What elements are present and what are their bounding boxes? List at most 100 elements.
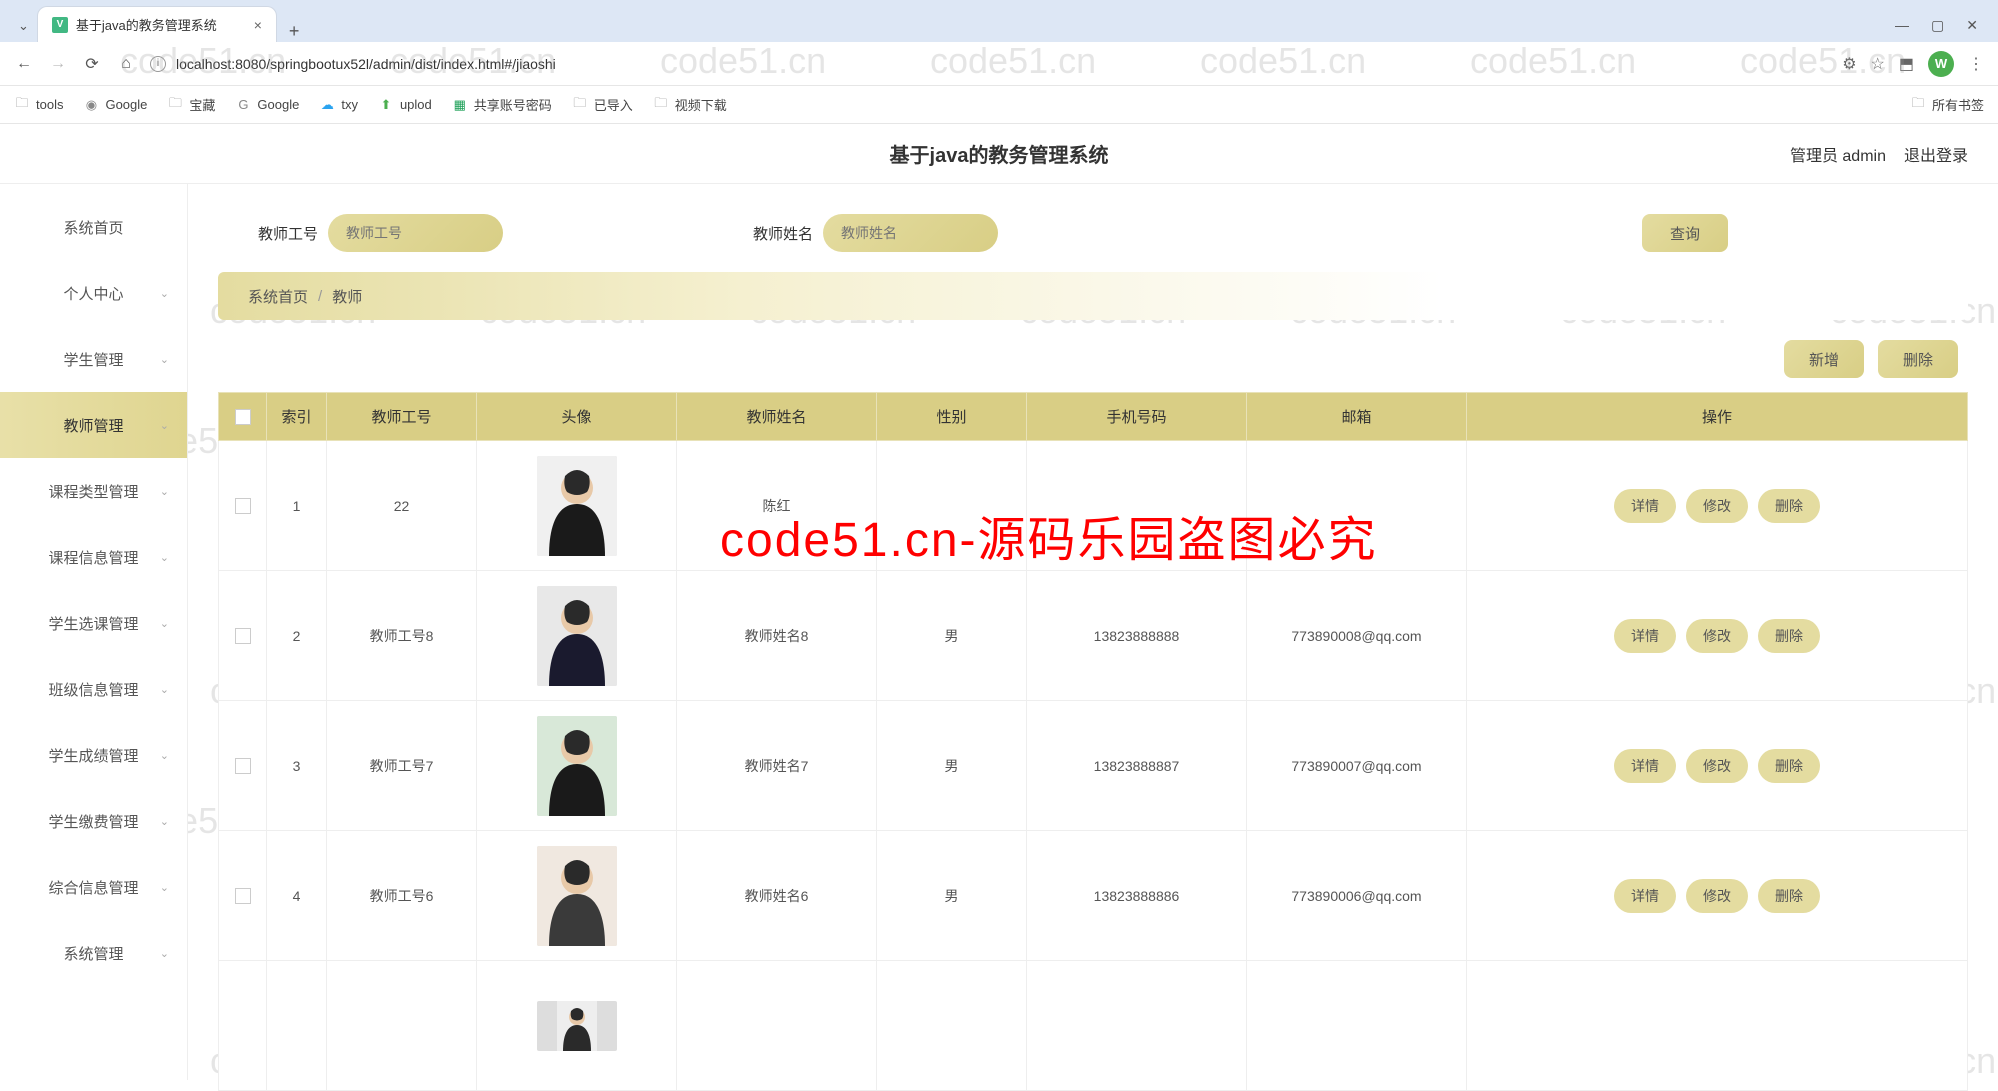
breadcrumb-home[interactable]: 系统首页 <box>248 286 308 307</box>
cell-avatar <box>477 831 677 961</box>
row-checkbox[interactable] <box>219 441 267 571</box>
cell-phone <box>1027 441 1247 571</box>
table-row: 1 22 陈红 详情 修改 删除 <box>219 441 1968 571</box>
sidebar-item[interactable]: 系统首页 <box>0 194 187 260</box>
chevron-down-icon: ⌄ <box>160 485 169 498</box>
cell-ops: 详情 修改 删除 <box>1467 701 1968 831</box>
folder-icon: 🗀 <box>572 97 588 113</box>
bookmark-star-icon[interactable]: ☆ <box>1871 54 1885 74</box>
chevron-down-icon: ⌄ <box>160 749 169 762</box>
maximize-icon[interactable]: ▢ <box>1931 17 1944 34</box>
forward-icon[interactable]: → <box>48 55 68 73</box>
delete-button[interactable]: 删除 <box>1878 340 1958 378</box>
minimize-icon[interactable]: — <box>1895 17 1909 34</box>
close-tab-icon[interactable]: × <box>254 17 262 33</box>
reload-icon[interactable]: ⟳ <box>82 54 102 74</box>
search-name-label: 教师姓名 <box>753 223 813 244</box>
site-info-icon[interactable]: i <box>150 56 166 72</box>
search-id-label: 教师工号 <box>258 223 318 244</box>
chevron-down-icon: ⌄ <box>160 287 169 300</box>
row-delete-button[interactable]: 删除 <box>1758 749 1820 783</box>
sidebar-item[interactable]: 学生选课管理⌄ <box>0 590 187 656</box>
edit-button[interactable]: 修改 <box>1686 749 1748 783</box>
avatar-image <box>537 846 617 946</box>
cell-email <box>1247 441 1467 571</box>
bookmark-item[interactable]: 🗀宝藏 <box>167 95 215 114</box>
detail-button[interactable]: 详情 <box>1614 619 1676 653</box>
cell-id: 22 <box>327 441 477 571</box>
add-button[interactable]: 新增 <box>1784 340 1864 378</box>
cell-sex: 男 <box>877 701 1027 831</box>
tab-menu-icon[interactable]: ⌄ <box>10 18 37 42</box>
cell-sex: 男 <box>877 571 1027 701</box>
sidebar-item[interactable]: 课程信息管理⌄ <box>0 524 187 590</box>
cell-id: 教师工号6 <box>327 831 477 961</box>
chevron-down-icon: ⌄ <box>160 353 169 366</box>
chevron-down-icon: ⌄ <box>160 815 169 828</box>
row-checkbox[interactable] <box>219 831 267 961</box>
back-icon[interactable]: ← <box>14 55 34 73</box>
col-ops: 操作 <box>1467 393 1968 441</box>
all-bookmarks[interactable]: 🗀所有书签 <box>1910 95 1984 114</box>
sidebar-item[interactable]: 综合信息管理⌄ <box>0 854 187 920</box>
detail-button[interactable]: 详情 <box>1614 879 1676 913</box>
chevron-down-icon: ⌄ <box>160 947 169 960</box>
logout-link[interactable]: 退出登录 <box>1904 142 1968 166</box>
cell-avatar <box>477 441 677 571</box>
detail-button[interactable]: 详情 <box>1614 749 1676 783</box>
sheet-icon: ▦ <box>452 97 468 113</box>
sidebar-item[interactable]: 学生缴费管理⌄ <box>0 788 187 854</box>
browser-tab[interactable]: V 基于java的教务管理系统 × <box>37 6 277 42</box>
detail-button[interactable]: 详情 <box>1614 489 1676 523</box>
profile-avatar[interactable]: W <box>1928 51 1954 77</box>
tab-title: 基于java的教务管理系统 <box>76 15 246 34</box>
select-all-header[interactable] <box>219 393 267 441</box>
user-role-label[interactable]: 管理员 admin <box>1790 142 1886 166</box>
bookmark-item[interactable]: 🗀视频下载 <box>653 95 727 114</box>
menu-dots-icon[interactable]: ⋮ <box>1968 54 1984 74</box>
bookmark-item[interactable]: GGoogle <box>235 97 299 113</box>
row-delete-button[interactable]: 删除 <box>1758 879 1820 913</box>
sidebar-item[interactable]: 教师管理⌄ <box>0 392 187 458</box>
sidebar-item[interactable]: 班级信息管理⌄ <box>0 656 187 722</box>
search-name-input[interactable] <box>823 214 998 252</box>
bookmark-item[interactable]: ☁txy <box>319 97 358 113</box>
cell-name: 教师姓名8 <box>677 571 877 701</box>
search-id-input[interactable] <box>328 214 503 252</box>
close-window-icon[interactable]: ✕ <box>1966 17 1978 34</box>
sidebar-item[interactable]: 系统管理⌄ <box>0 920 187 986</box>
edit-button[interactable]: 修改 <box>1686 489 1748 523</box>
row-checkbox[interactable] <box>219 701 267 831</box>
col-phone: 手机号码 <box>1027 393 1247 441</box>
chevron-down-icon: ⌄ <box>160 419 169 432</box>
row-delete-button[interactable]: 删除 <box>1758 489 1820 523</box>
cell-name: 教师姓名6 <box>677 831 877 961</box>
cell-avatar <box>477 701 677 831</box>
sidebar-item[interactable]: 学生管理⌄ <box>0 326 187 392</box>
bookmark-item[interactable]: ⬆uplod <box>378 97 432 113</box>
col-avatar: 头像 <box>477 393 677 441</box>
bookmark-item[interactable]: 🗀tools <box>14 97 63 113</box>
table-row: 3 教师工号7 教师姓名7 男 13823888887 773890007@qq… <box>219 701 1968 831</box>
new-tab-button[interactable]: + <box>277 21 312 42</box>
sidebar-item[interactable]: 个人中心⌄ <box>0 260 187 326</box>
cell-name: 陈红 <box>677 441 877 571</box>
link-icon[interactable]: ⚙ <box>1842 54 1856 74</box>
cell-sex: 男 <box>877 831 1027 961</box>
query-button[interactable]: 查询 <box>1642 214 1728 252</box>
avatar-image <box>537 1001 617 1051</box>
row-delete-button[interactable]: 删除 <box>1758 619 1820 653</box>
bookmark-item[interactable]: 🗀已导入 <box>572 95 633 114</box>
edit-button[interactable]: 修改 <box>1686 879 1748 913</box>
sidebar-item[interactable]: 课程类型管理⌄ <box>0 458 187 524</box>
edit-button[interactable]: 修改 <box>1686 619 1748 653</box>
bookmark-item[interactable]: ◉Google <box>83 97 147 113</box>
row-checkbox[interactable] <box>219 571 267 701</box>
url-field[interactable]: i localhost:8080/springbootux52l/admin/d… <box>150 56 1828 72</box>
folder-icon: 🗀 <box>1910 97 1926 113</box>
home-icon[interactable]: ⌂ <box>116 55 136 73</box>
cell-phone: 13823888886 <box>1027 831 1247 961</box>
sidebar-item[interactable]: 学生成绩管理⌄ <box>0 722 187 788</box>
extension-icon[interactable]: ⬒ <box>1899 54 1914 74</box>
bookmark-item[interactable]: ▦共享账号密码 <box>452 95 552 114</box>
